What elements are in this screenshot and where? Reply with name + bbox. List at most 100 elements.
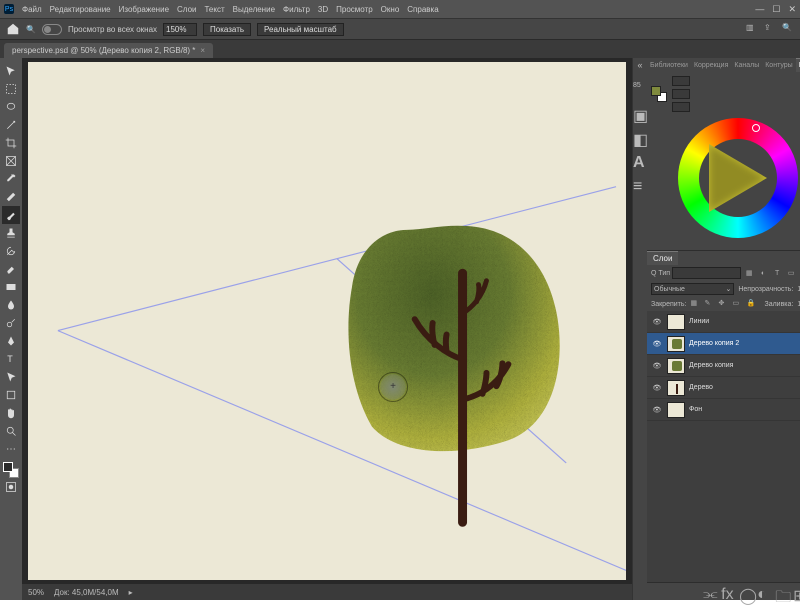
color-triangle[interactable] bbox=[709, 144, 767, 212]
hue-ring-handle[interactable] bbox=[752, 124, 760, 132]
quickmask-toggle[interactable] bbox=[2, 478, 20, 496]
lock-position-icon[interactable]: ✥ bbox=[718, 299, 728, 309]
layer-name[interactable]: Линии bbox=[689, 318, 800, 325]
menu-item[interactable]: Файл bbox=[22, 5, 42, 14]
frame-tool[interactable] bbox=[2, 152, 20, 170]
shape-tool[interactable] bbox=[2, 386, 20, 404]
fit-screen-button[interactable]: Показать bbox=[203, 23, 251, 36]
expand-dock-icon[interactable]: « bbox=[637, 60, 642, 70]
dodge-tool[interactable] bbox=[2, 314, 20, 332]
menu-item[interactable]: Выделение bbox=[233, 5, 275, 14]
layer-name[interactable]: Дерево bbox=[689, 384, 800, 391]
wand-tool[interactable] bbox=[2, 116, 20, 134]
actual-pixels-button[interactable]: Реальный масштаб bbox=[257, 23, 344, 36]
blur-tool[interactable] bbox=[2, 296, 20, 314]
minimize-button[interactable]: — bbox=[755, 4, 764, 15]
maximize-button[interactable]: ☐ bbox=[772, 4, 780, 15]
fg-bg-mini-swatch[interactable] bbox=[651, 86, 667, 102]
layer-row[interactable]: 👁 Линии bbox=[647, 311, 800, 333]
tab-channels[interactable]: Каналы bbox=[731, 62, 762, 69]
artboard[interactable] bbox=[28, 62, 626, 580]
move-tool[interactable] bbox=[2, 62, 20, 80]
share-icon[interactable]: ⇪ bbox=[764, 23, 776, 35]
menu-item[interactable]: Слои bbox=[177, 5, 196, 14]
lock-transparency-icon[interactable]: ▦ bbox=[690, 299, 700, 309]
layer-filter-field[interactable] bbox=[672, 267, 741, 279]
blend-mode-select[interactable]: Обычные⌄ bbox=[651, 283, 734, 295]
close-button[interactable]: ✕ bbox=[788, 4, 796, 15]
menu-item[interactable]: Просмотр bbox=[336, 5, 373, 14]
layer-thumb[interactable] bbox=[667, 380, 685, 396]
visibility-toggle[interactable]: 👁 bbox=[651, 340, 663, 348]
properties-panel-icon[interactable]: ▣ bbox=[633, 106, 647, 120]
layer-thumb[interactable] bbox=[667, 314, 685, 330]
layer-thumb[interactable] bbox=[667, 402, 685, 418]
home-icon[interactable] bbox=[6, 22, 20, 36]
adjustments-panel-icon[interactable]: ◧ bbox=[633, 130, 647, 144]
menu-item[interactable]: 3D bbox=[318, 5, 328, 14]
visibility-toggle[interactable]: 👁 bbox=[651, 384, 663, 392]
arrange-icon[interactable]: ▥ bbox=[746, 23, 758, 35]
lock-artboard-icon[interactable]: ▭ bbox=[732, 299, 742, 309]
layer-name[interactable]: Дерево копия bbox=[689, 362, 800, 369]
zoom-input[interactable] bbox=[163, 23, 197, 36]
layer-filter-kind[interactable]: Q Тип bbox=[651, 270, 670, 277]
heal-tool[interactable] bbox=[2, 188, 20, 206]
layer-row[interactable]: 👁 Дерево копия 2 bbox=[647, 333, 800, 355]
status-zoom[interactable]: 50% bbox=[28, 588, 44, 597]
menu-item[interactable]: Окно bbox=[381, 5, 400, 14]
pen-tool[interactable] bbox=[2, 332, 20, 350]
path-select-tool[interactable] bbox=[2, 368, 20, 386]
menu-item[interactable]: Изображение bbox=[119, 5, 169, 14]
lock-pixels-icon[interactable]: ✎ bbox=[704, 299, 714, 309]
history-panel-icon[interactable]: 85 bbox=[633, 82, 647, 96]
crop-tool[interactable] bbox=[2, 134, 20, 152]
edit-toolbar[interactable]: ⋯ bbox=[2, 440, 20, 458]
lock-all-icon[interactable]: 🔒 bbox=[746, 299, 756, 309]
hand-tool[interactable] bbox=[2, 404, 20, 422]
tab-layers[interactable]: Слои bbox=[647, 251, 678, 265]
character-panel-icon[interactable]: A bbox=[633, 154, 647, 168]
visibility-toggle[interactable]: 👁 bbox=[651, 362, 663, 370]
brush-tool[interactable] bbox=[2, 206, 20, 224]
marquee-tool[interactable] bbox=[2, 80, 20, 98]
mask-icon[interactable]: ◯ bbox=[739, 586, 751, 598]
layer-thumb[interactable] bbox=[667, 358, 685, 374]
fx-icon[interactable]: fx bbox=[721, 586, 733, 598]
adjustment-layer-icon[interactable]: ◐ bbox=[757, 586, 769, 598]
layer-row[interactable]: 👁 Фон 🔒 bbox=[647, 399, 800, 421]
stamp-tool[interactable] bbox=[2, 224, 20, 242]
eraser-tool[interactable] bbox=[2, 260, 20, 278]
tab-adjustments[interactable]: Коррекция bbox=[691, 62, 731, 69]
visibility-toggle[interactable]: 👁 bbox=[651, 406, 663, 414]
tab-paths[interactable]: Контуры bbox=[762, 62, 795, 69]
filter-shape-icon[interactable]: ▭ bbox=[785, 267, 797, 279]
sat-value[interactable] bbox=[672, 89, 690, 99]
eyedropper-tool[interactable] bbox=[2, 170, 20, 188]
canvas[interactable] bbox=[22, 58, 632, 584]
zoom-tool[interactable] bbox=[2, 422, 20, 440]
layer-row[interactable]: 👁 Дерево bbox=[647, 377, 800, 399]
color-wheel[interactable] bbox=[678, 118, 798, 238]
visibility-toggle[interactable]: 👁 bbox=[651, 318, 663, 326]
color-swatches[interactable] bbox=[3, 462, 19, 478]
layer-row[interactable]: 👁 Дерево копия bbox=[647, 355, 800, 377]
tab-libraries[interactable]: Библиотеки bbox=[647, 62, 691, 69]
menu-item[interactable]: Фильтр bbox=[283, 5, 310, 14]
menu-item[interactable]: Справка bbox=[407, 5, 438, 14]
menu-item[interactable]: Текст bbox=[204, 5, 224, 14]
layer-name[interactable]: Фон bbox=[689, 406, 800, 413]
filter-type-icon[interactable]: T bbox=[771, 267, 783, 279]
search-icon[interactable]: 🔍 bbox=[782, 23, 794, 35]
filter-pixel-icon[interactable]: ▦ bbox=[743, 267, 755, 279]
new-layer-icon[interactable]: ⊞ bbox=[793, 586, 800, 598]
scrubby-zoom-toggle[interactable] bbox=[42, 24, 62, 35]
history-brush-tool[interactable] bbox=[2, 242, 20, 260]
paragraph-panel-icon[interactable]: ≡ bbox=[633, 178, 647, 192]
filter-adjust-icon[interactable]: ◐ bbox=[757, 267, 769, 279]
group-icon[interactable]: 🗀 bbox=[775, 586, 787, 598]
hue-value[interactable] bbox=[672, 76, 690, 86]
status-menu-icon[interactable]: ▸ bbox=[129, 588, 133, 597]
document-tab[interactable]: perspective.psd @ 50% (Дерево копия 2, R… bbox=[4, 43, 213, 58]
lasso-tool[interactable] bbox=[2, 98, 20, 116]
